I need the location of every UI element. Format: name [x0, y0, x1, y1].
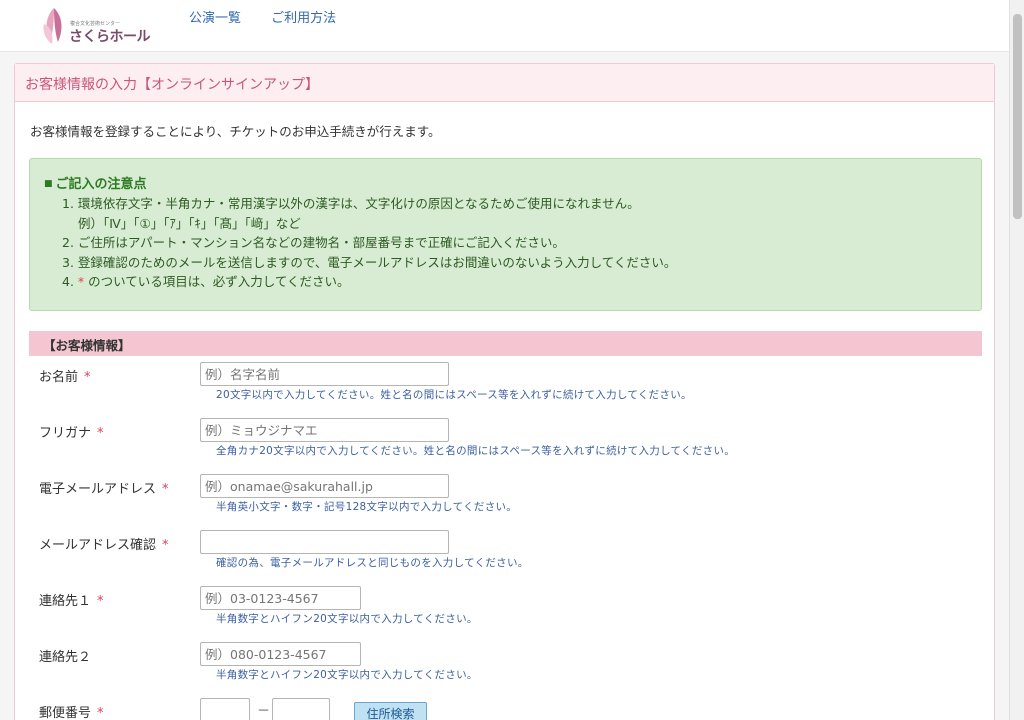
tel1-label: 連絡先１ *: [39, 594, 104, 609]
notice-item-4: 4. * のついている項目は、必ず入力してください。: [62, 272, 967, 292]
email-help: 半角英小文字・数字・記号128文字以内で入力してください。: [216, 501, 518, 513]
logo-name: さくらホール: [69, 29, 151, 45]
zip-first-input[interactable]: [200, 698, 250, 720]
tel1-input[interactable]: [200, 586, 361, 610]
signup-panel: お客様情報の入力【オンラインサインアップ】 お客様情報を登録することにより、チケ…: [14, 63, 995, 720]
intro-text: お客様情報を登録することにより、チケットのお申込手続きが行えます。: [30, 124, 441, 139]
required-mark: *: [77, 274, 85, 289]
panel-title: お客様情報の入力【オンラインサインアップ】: [15, 64, 994, 102]
main-nav: 公演一覧 ご利用方法: [189, 7, 362, 26]
tel2-label: 連絡先２: [39, 650, 92, 665]
name-input[interactable]: [200, 362, 449, 386]
email-input[interactable]: [200, 474, 449, 498]
notice-item-4-number: 4.: [62, 274, 78, 289]
sakura-hall-logo[interactable]: 複合文化芸術センター さくらホール: [40, 6, 151, 48]
square-bullet-icon: ■: [44, 179, 53, 189]
scrollbar-thumb[interactable]: [1013, 14, 1022, 219]
notice-item-1: 1. 環境依存文字・半角カナ・常用漢字以外の漢字は、文字化けの原因となるためご使…: [62, 196, 640, 211]
notice-title-text: ご記入の注意点: [55, 177, 147, 192]
page-scrollbar[interactable]: [1009, 0, 1024, 720]
customer-info-header: 【お客様情報】: [29, 331, 982, 356]
zip-second-input[interactable]: [272, 698, 330, 720]
email-label: 電子メールアドレス *: [39, 482, 169, 497]
name-label: お名前 *: [39, 370, 91, 385]
address-search-button[interactable]: 住所検索: [354, 702, 427, 720]
kana-help: 全角カナ20文字以内で入力してください。姓と名の間にはスペース等を入れずに続けて…: [216, 445, 736, 457]
kana-label: フリガナ *: [39, 426, 104, 441]
notice-item-4-text: のついている項目は、必ず入力してください。: [88, 274, 350, 289]
notice-box: ■ ご記入の注意点 1. 環境依存文字・半角カナ・常用漢字以外の漢字は、文字化けの…: [29, 158, 982, 311]
notice-list: 1. 環境依存文字・半角カナ・常用漢字以外の漢字は、文字化けの原因となるためご使…: [44, 194, 967, 292]
zip-label: 郵便番号 *: [39, 706, 104, 720]
sakura-logo-icon: [43, 8, 62, 44]
nav-performance-list[interactable]: 公演一覧: [189, 11, 241, 26]
zip-separator: －: [257, 704, 271, 719]
notice-example: 例）「Ⅳ」「①」「ｱ」「ｷ」「髙」「﨑」など: [78, 215, 301, 231]
name-help: 20文字以内で入力してください。姓と名の間にはスペース等を入れずに続けて入力して…: [216, 389, 692, 401]
nav-how-to-use[interactable]: ご利用方法: [271, 11, 336, 26]
kana-input[interactable]: [200, 418, 449, 442]
email-confirm-input[interactable]: [200, 530, 449, 554]
email-confirm-help: 確認の為、電子メールアドレスと同じものを入力してください。: [216, 557, 529, 569]
notice-item-2: 2. ご住所はアパート・マンション名などの建物名・部屋番号まで正確にご記入くださ…: [62, 235, 565, 250]
tel2-input[interactable]: [200, 642, 361, 666]
notice-item-3: 3. 登録確認のためのメールを送信しますので、電子メールアドレスはお間違いのない…: [62, 254, 677, 270]
tel2-help: 半角数字とハイフン20文字以内で入力してください。: [216, 669, 478, 681]
tel1-help: 半角数字とハイフン20文字以内で入力してください。: [216, 613, 478, 625]
email-confirm-label: メールアドレス確認 *: [39, 538, 169, 553]
notice-title: ■ ご記入の注意点: [44, 173, 967, 192]
site-header: 複合文化芸術センター さくらホール 公演一覧 ご利用方法: [0, 0, 1009, 52]
